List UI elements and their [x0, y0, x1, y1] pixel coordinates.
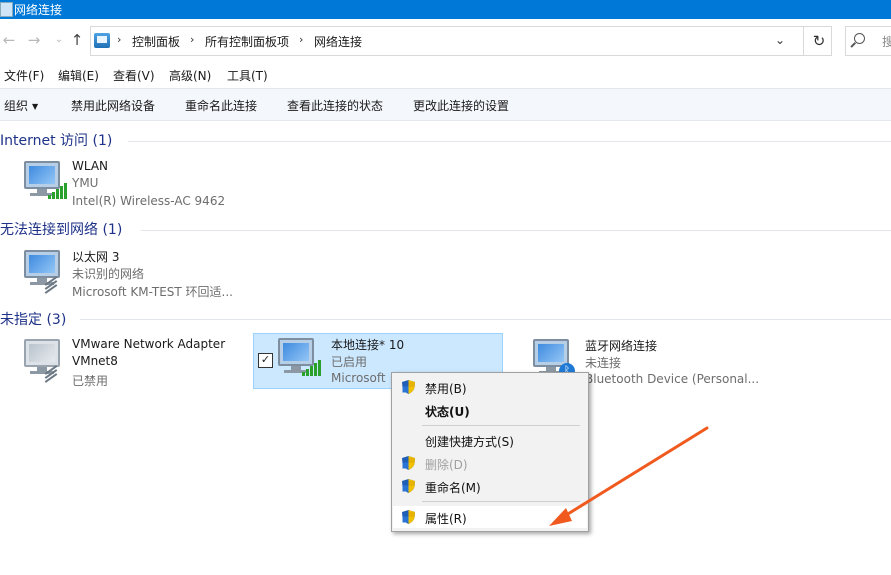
annotation-arrow	[549, 426, 709, 526]
